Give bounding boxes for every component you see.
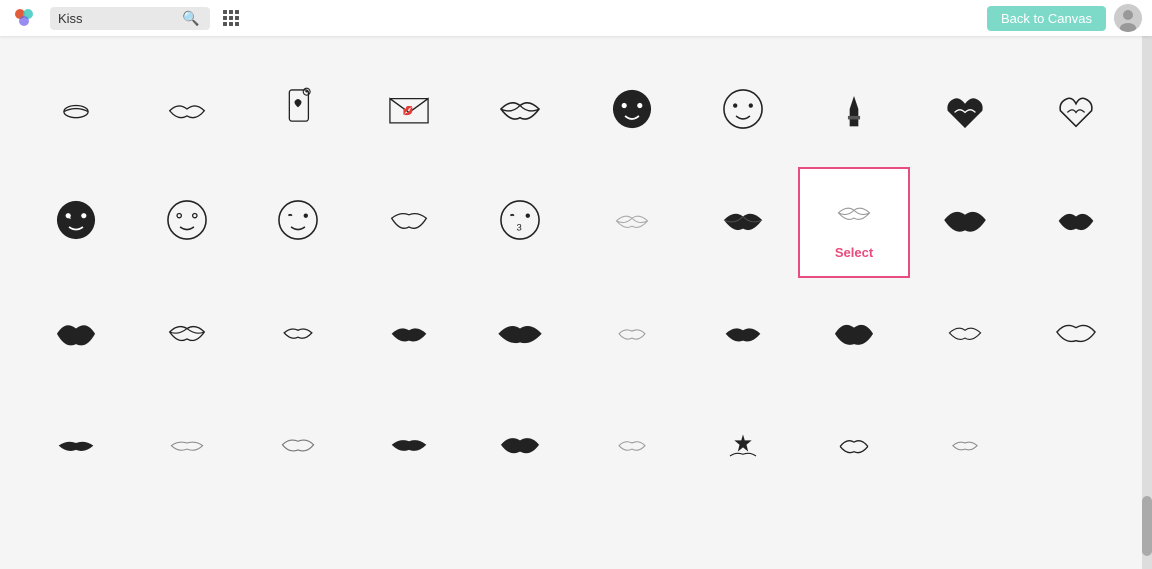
icon-svg-17 bbox=[828, 186, 880, 243]
scrollbar-thumb[interactable] bbox=[1142, 496, 1152, 556]
icon-svg-25 bbox=[606, 306, 658, 363]
icon-cell-7[interactable] bbox=[798, 56, 909, 167]
icon-cell-12[interactable] bbox=[242, 167, 353, 278]
topbar: 🔍 Back to Canvas bbox=[0, 0, 1152, 36]
search-container: 🔍 bbox=[50, 7, 210, 30]
icon-cell-4[interactable] bbox=[465, 56, 576, 167]
icon-cell-28[interactable] bbox=[910, 278, 1021, 389]
icon-svg-15 bbox=[606, 194, 658, 251]
icon-svg-3: 💋 bbox=[383, 83, 435, 140]
icon-cell-14[interactable]: 3 bbox=[465, 167, 576, 278]
icon-cell-21[interactable] bbox=[131, 278, 242, 389]
icon-svg-11 bbox=[161, 194, 213, 251]
icon-cell-18[interactable] bbox=[910, 167, 1021, 278]
icon-svg-5 bbox=[606, 83, 658, 140]
icon-cell-1[interactable] bbox=[131, 56, 242, 167]
icon-svg-26 bbox=[717, 306, 769, 363]
icon-cell-31[interactable] bbox=[131, 390, 242, 501]
icon-svg-34 bbox=[494, 417, 546, 474]
icon-cell-8[interactable] bbox=[910, 56, 1021, 167]
icon-cell-15[interactable] bbox=[576, 167, 687, 278]
icon-svg-23 bbox=[383, 306, 435, 363]
icon-svg-7 bbox=[828, 83, 880, 140]
icon-cell-24[interactable] bbox=[465, 278, 576, 389]
icon-cell-6[interactable] bbox=[687, 56, 798, 167]
icon-svg-33 bbox=[383, 417, 435, 474]
icon-cell-22[interactable] bbox=[242, 278, 353, 389]
icon-svg-36 bbox=[717, 417, 769, 474]
icon-svg-2 bbox=[272, 83, 324, 140]
icon-grid: 💋 3 Select bbox=[20, 56, 1132, 501]
icon-cell-36[interactable] bbox=[687, 390, 798, 501]
icon-svg-13 bbox=[383, 194, 435, 251]
icon-svg-30 bbox=[50, 417, 102, 474]
svg-text:💋: 💋 bbox=[403, 105, 414, 115]
icon-svg-16 bbox=[717, 194, 769, 251]
icon-cell-19[interactable] bbox=[1021, 167, 1132, 278]
icon-svg-0 bbox=[50, 83, 102, 140]
icon-svg-10 bbox=[50, 194, 102, 251]
icon-cell-29[interactable] bbox=[1021, 278, 1132, 389]
icon-svg-4 bbox=[494, 83, 546, 140]
grid-view-icon[interactable] bbox=[222, 9, 240, 27]
icon-svg-27 bbox=[828, 306, 880, 363]
icon-cell-11[interactable] bbox=[131, 167, 242, 278]
icon-svg-29 bbox=[1050, 306, 1102, 363]
icon-cell-35[interactable] bbox=[576, 390, 687, 501]
icon-svg-31 bbox=[161, 417, 213, 474]
icon-cell-3[interactable]: 💋 bbox=[354, 56, 465, 167]
back-to-canvas-button[interactable]: Back to Canvas bbox=[987, 6, 1106, 31]
icon-cell-27[interactable] bbox=[798, 278, 909, 389]
icon-svg-35 bbox=[606, 417, 658, 474]
icon-svg-6 bbox=[717, 83, 769, 140]
icon-svg-21 bbox=[161, 306, 213, 363]
icon-cell-23[interactable] bbox=[354, 278, 465, 389]
icon-svg-38 bbox=[939, 417, 991, 474]
icon-svg-12 bbox=[272, 194, 324, 251]
icon-cell-32[interactable] bbox=[242, 390, 353, 501]
icon-cell-25[interactable] bbox=[576, 278, 687, 389]
scrollbar[interactable] bbox=[1142, 36, 1152, 569]
icon-svg-22 bbox=[272, 306, 324, 363]
avatar bbox=[1114, 4, 1142, 32]
icon-svg-1 bbox=[161, 83, 213, 140]
icon-svg-32 bbox=[272, 417, 324, 474]
icon-svg-14: 3 bbox=[494, 194, 546, 251]
search-input[interactable] bbox=[58, 11, 178, 26]
icon-svg-18 bbox=[939, 194, 991, 251]
icon-cell-33[interactable] bbox=[354, 390, 465, 501]
icon-cell-16[interactable] bbox=[687, 167, 798, 278]
icon-cell-10[interactable] bbox=[20, 167, 131, 278]
main-content: 💋 3 Select bbox=[0, 36, 1152, 569]
svg-text:3: 3 bbox=[517, 223, 522, 234]
icon-cell-37[interactable] bbox=[798, 390, 909, 501]
search-icon: 🔍 bbox=[182, 10, 199, 27]
icon-svg-37 bbox=[828, 417, 880, 474]
icon-cell-38[interactable] bbox=[910, 390, 1021, 501]
icon-cell-5[interactable] bbox=[576, 56, 687, 167]
icon-cell-9[interactable] bbox=[1021, 56, 1132, 167]
icon-svg-20 bbox=[50, 306, 102, 363]
icon-svg-24 bbox=[494, 306, 546, 363]
icon-cell-0[interactable] bbox=[20, 56, 131, 167]
icon-cell-26[interactable] bbox=[687, 278, 798, 389]
icon-cell-34[interactable] bbox=[465, 390, 576, 501]
icon-cell-2[interactable] bbox=[242, 56, 353, 167]
icon-svg-28 bbox=[939, 306, 991, 363]
icon-cell-13[interactable] bbox=[354, 167, 465, 278]
logo bbox=[10, 4, 38, 32]
select-label: Select bbox=[835, 245, 873, 260]
icon-svg-8 bbox=[939, 83, 991, 140]
icon-svg-9 bbox=[1050, 83, 1102, 140]
icon-cell-17[interactable]: Select bbox=[798, 167, 909, 278]
icon-cell-20[interactable] bbox=[20, 278, 131, 389]
icon-cell-30[interactable] bbox=[20, 390, 131, 501]
icon-svg-19 bbox=[1050, 194, 1102, 251]
